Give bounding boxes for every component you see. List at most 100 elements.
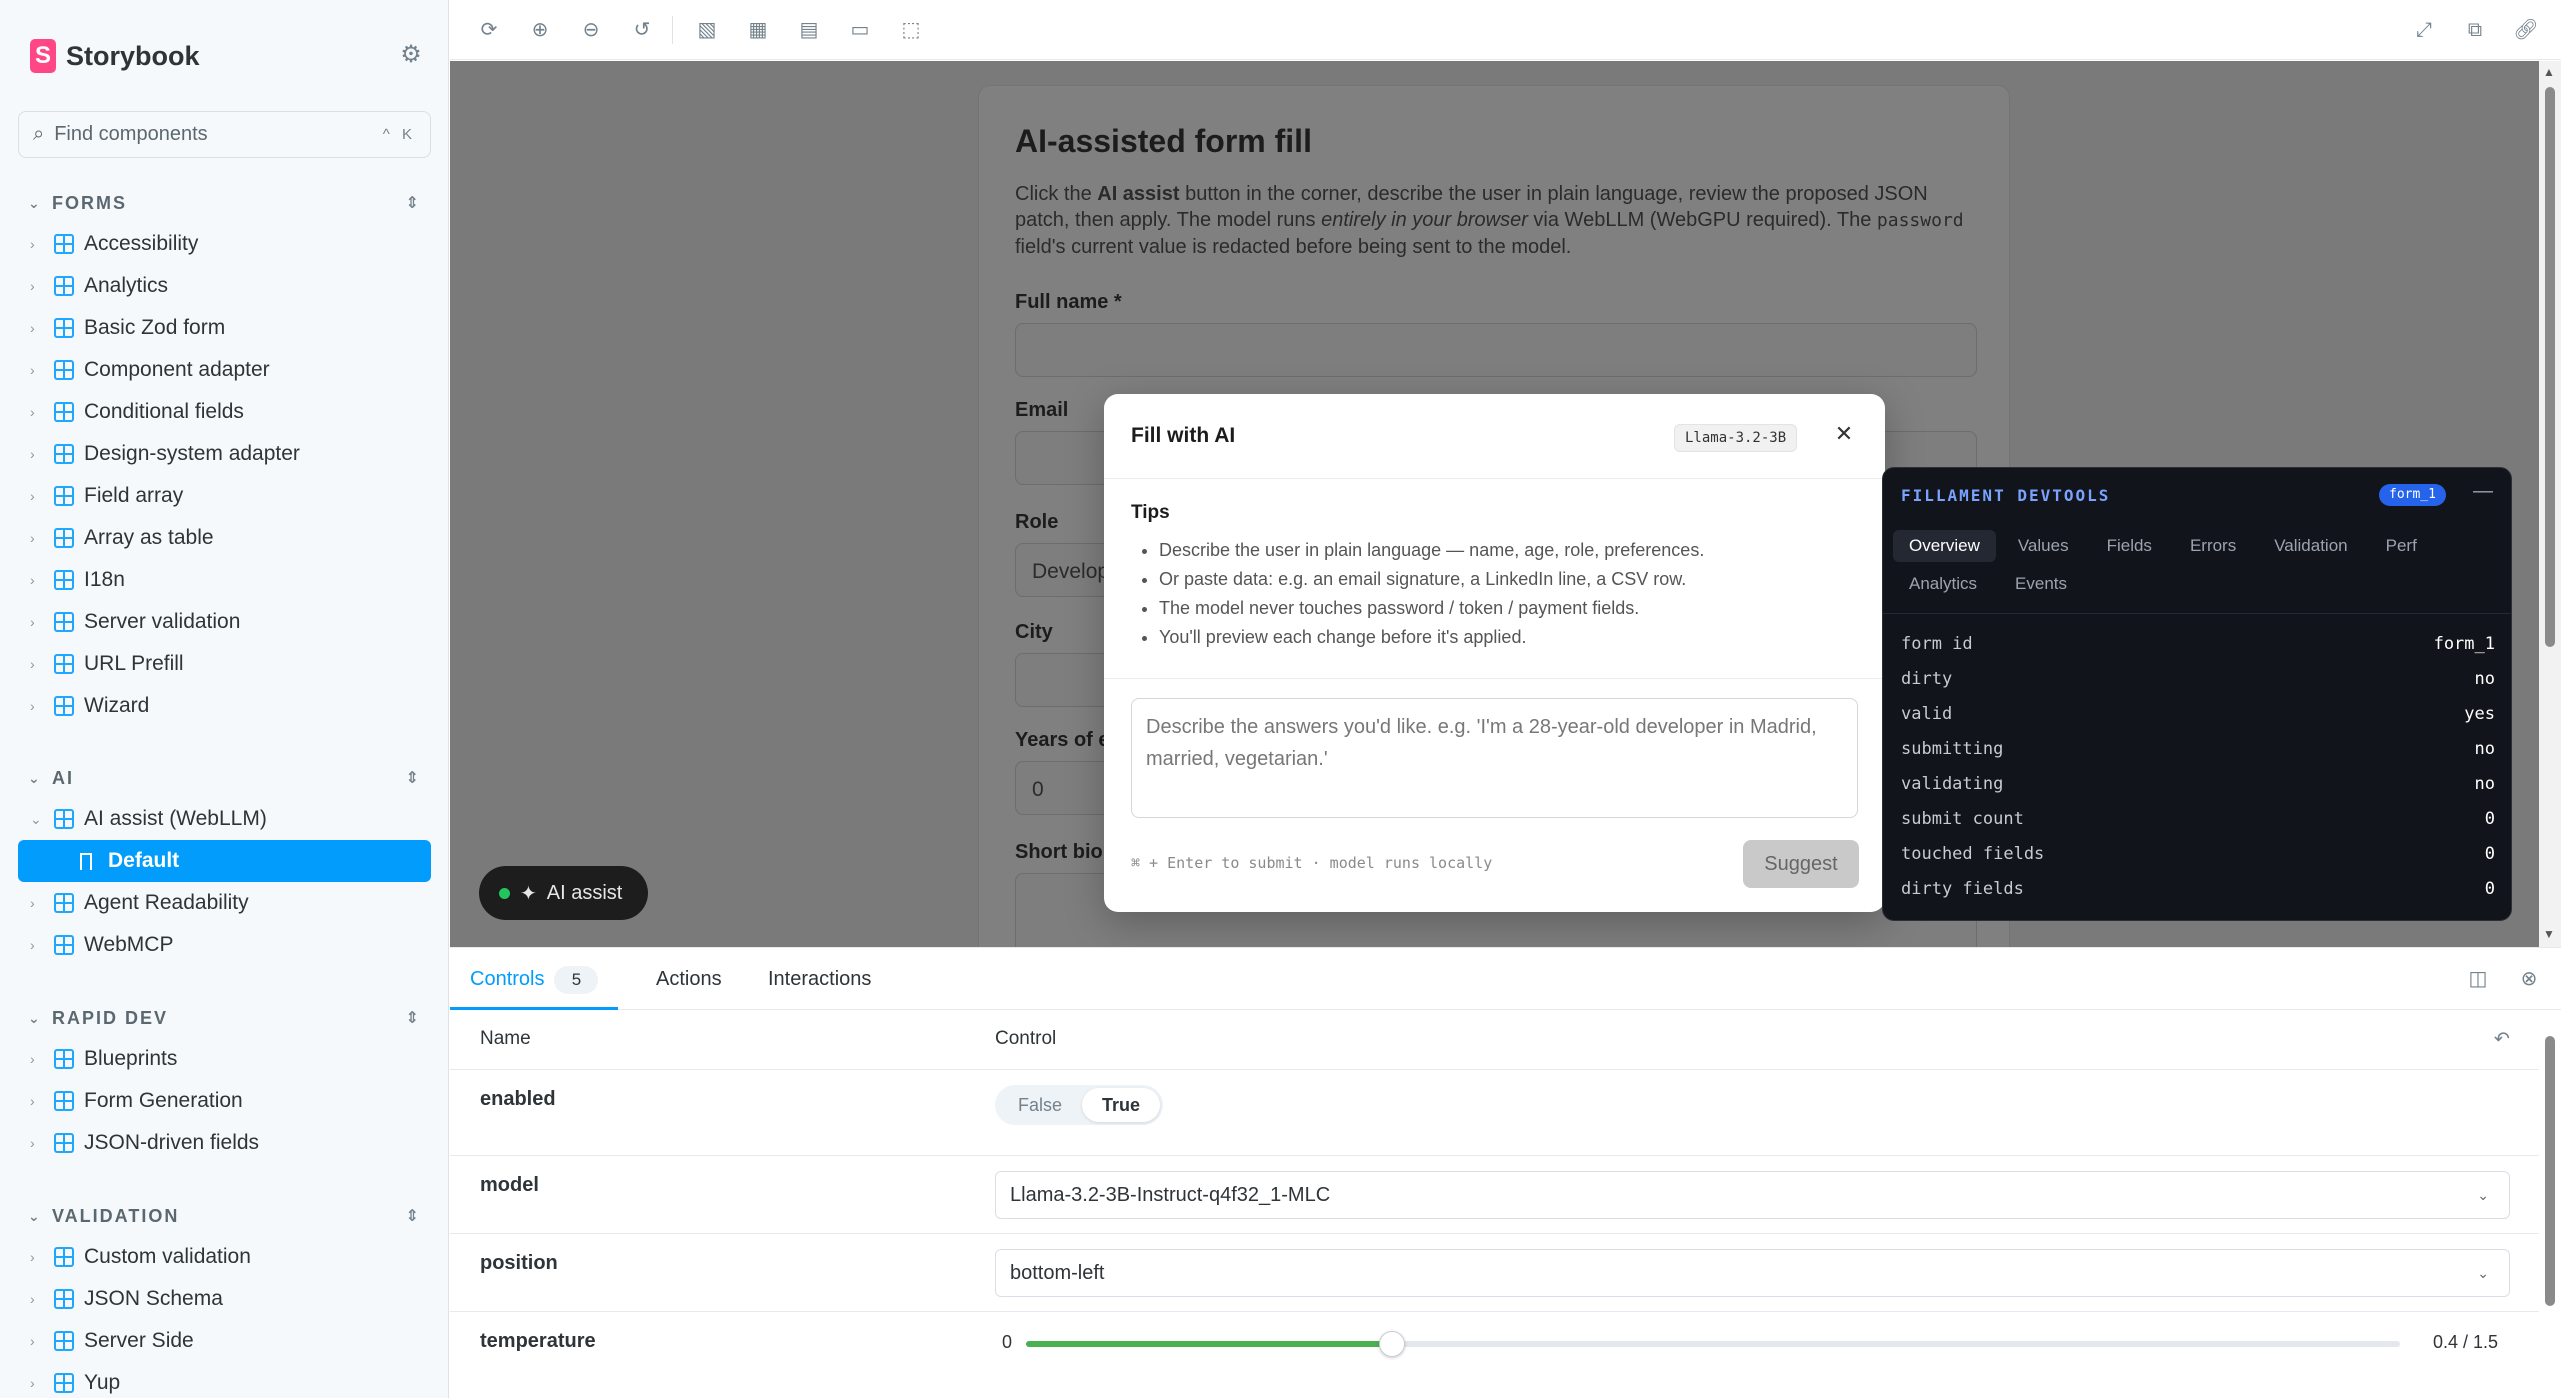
reset-controls-icon[interactable]: ↶ — [2494, 1028, 2510, 1051]
tab-perf[interactable]: Perf — [2370, 530, 2433, 562]
sidebar-story-default[interactable]: Default — [18, 840, 431, 882]
stat-row: submitting no — [1901, 738, 2495, 759]
measure-icon[interactable]: ▤ — [795, 16, 823, 44]
zoom-out-icon[interactable]: ⊖ — [577, 16, 605, 44]
stat-row: dirty fields 0 — [1901, 878, 2495, 899]
search-input[interactable] — [54, 123, 373, 146]
describe-answers-textarea[interactable] — [1131, 698, 1858, 818]
minimize-icon[interactable]: — — [2473, 480, 2493, 503]
group-header-ai[interactable]: ⌄ AI ⇕ — [0, 758, 448, 798]
enabled-toggle[interactable]: False True — [995, 1085, 1164, 1125]
grid-icon[interactable]: ▦ — [744, 16, 772, 44]
tab-fields[interactable]: Fields — [2091, 530, 2168, 562]
component-icon — [54, 893, 74, 913]
copy-link-icon[interactable]: 🔗︎ — [2512, 16, 2540, 44]
group-header-rapid-dev[interactable]: ⌄ RAPID DEV ⇕ — [0, 998, 448, 1038]
sidebar-item-component-adapter[interactable]: › Component adapter — [0, 349, 448, 391]
sidebar-item-label: AI assist (WebLLM) — [84, 807, 267, 830]
tab-validation[interactable]: Validation — [2258, 530, 2363, 562]
brand[interactable]: S Storybook — [30, 36, 200, 76]
sidebar-item-accessibility[interactable]: › Accessibility — [0, 223, 448, 265]
tab-actions[interactable]: Actions — [636, 948, 742, 1010]
sidebar-item-wizard[interactable]: › Wizard — [0, 685, 448, 727]
tab-interactions[interactable]: Interactions — [748, 948, 891, 1010]
reload-icon[interactable]: ⟳ — [475, 16, 503, 44]
tab-analytics[interactable]: Analytics — [1893, 568, 1993, 600]
sidebar-item-url-prefill[interactable]: › URL Prefill — [0, 643, 448, 685]
sidebar-item-analytics[interactable]: › Analytics — [0, 265, 448, 307]
sidebar-item-i18n[interactable]: › I18n — [0, 559, 448, 601]
expand-collapse-icon[interactable]: ⇕ — [406, 768, 421, 788]
component-icon — [54, 809, 74, 829]
sidebar-item-custom-validation[interactable]: › Custom validation — [0, 1236, 448, 1278]
tab-controls[interactable]: Controls 5 — [450, 948, 619, 1010]
temperature-slider[interactable] — [1026, 1331, 2400, 1357]
tab-values[interactable]: Values — [2002, 530, 2085, 562]
preview-scrollbar[interactable]: ▲ ▼ — [2539, 61, 2561, 947]
chevron-right-icon: › — [30, 614, 35, 630]
tab-errors[interactable]: Errors — [2174, 530, 2252, 562]
sidebar-item-yup[interactable]: › Yup — [0, 1362, 448, 1398]
outline-icon[interactable]: ▭ — [846, 16, 874, 44]
close-panel-icon[interactable]: ⊗ — [2516, 966, 2542, 992]
sidebar-item-blueprints[interactable]: › Blueprints — [0, 1038, 448, 1080]
background-icon[interactable]: ▧ — [693, 16, 721, 44]
true-option[interactable]: True — [1082, 1088, 1161, 1122]
sidebar-item-conditional-fields[interactable]: › Conditional fields — [0, 391, 448, 433]
sidebar-item-design-system-adapter[interactable]: › Design-system adapter — [0, 433, 448, 475]
group-header-forms[interactable]: ⌄ FORMS ⇕ — [0, 183, 448, 223]
sidebar-item-server-side[interactable]: › Server Side — [0, 1320, 448, 1362]
expand-collapse-icon[interactable]: ⇕ — [406, 1008, 421, 1028]
divider — [1883, 613, 2511, 614]
expand-collapse-icon[interactable]: ⇕ — [406, 1206, 421, 1226]
full-name-input[interactable] — [1015, 323, 1977, 377]
component-icon — [54, 360, 74, 380]
close-icon[interactable]: ✕ — [1829, 419, 1859, 449]
range-min: 0 — [1002, 1332, 1013, 1352]
sidebar-item-form-generation[interactable]: › Form Generation — [0, 1080, 448, 1122]
scroll-down-icon[interactable]: ▼ — [2543, 927, 2555, 941]
range-readout: 0.4 / 1.5 — [2433, 1332, 2499, 1352]
position-select[interactable]: bottom-left ⌄ — [995, 1249, 2510, 1297]
expand-collapse-icon[interactable]: ⇕ — [406, 193, 421, 213]
search-box[interactable]: ⌕ ^ K — [18, 111, 431, 158]
slider-handle[interactable] — [1379, 1331, 1406, 1357]
scrollbar-thumb[interactable] — [2545, 1036, 2555, 1306]
gear-icon[interactable]: ⚙ — [398, 42, 424, 68]
sidebar-item-json-schema[interactable]: › JSON Schema — [0, 1278, 448, 1320]
component-icon — [54, 1247, 74, 1267]
model-badge: Llama-3.2-3B — [1674, 424, 1798, 452]
label-city: City — [1015, 621, 1053, 643]
group-header-validation[interactable]: ⌄ VALIDATION ⇕ — [0, 1196, 448, 1236]
zoom-reset-icon[interactable]: ↺ — [628, 16, 656, 44]
sidebar-item-webmcp[interactable]: › WebMCP — [0, 924, 448, 966]
sidebar-item-server-validation[interactable]: › Server validation — [0, 601, 448, 643]
sidebar-item-agent-readability[interactable]: › Agent Readability — [0, 882, 448, 924]
sidebar-item-label: Component adapter — [84, 358, 270, 381]
sidebar-item-ai-assist[interactable]: ⌄ AI assist (WebLLM) — [0, 798, 448, 840]
sidebar-item-array-as-table[interactable]: › Array as table — [0, 517, 448, 559]
viewport-icon[interactable]: ⬚ — [897, 16, 925, 44]
group-title: FORMS — [52, 192, 127, 213]
sidebar-item-label: Conditional fields — [84, 400, 244, 423]
panel-orientation-icon[interactable]: ◫ — [2465, 966, 2491, 992]
sidebar-item-label: JSON-driven fields — [84, 1131, 260, 1154]
sidebar-item-field-array[interactable]: › Field array — [0, 475, 448, 517]
ai-assist-button[interactable]: ✦ AI assist — [479, 866, 648, 920]
component-icon — [54, 654, 74, 674]
tab-overview[interactable]: Overview — [1893, 530, 1996, 562]
sidebar-item-basic-zod-form[interactable]: › Basic Zod form — [0, 307, 448, 349]
sidebar-item-label: Basic Zod form — [84, 316, 226, 339]
fullscreen-icon[interactable]: ⤢ — [2410, 16, 2438, 44]
suggest-button[interactable]: Suggest — [1743, 840, 1859, 888]
tab-events[interactable]: Events — [1999, 568, 2083, 600]
sidebar-item-label: Analytics — [84, 274, 169, 297]
false-option[interactable]: False — [998, 1088, 1082, 1122]
zoom-in-icon[interactable]: ⊕ — [526, 16, 554, 44]
scrollbar-thumb[interactable] — [2545, 87, 2555, 647]
open-new-tab-icon[interactable]: ⧉ — [2461, 16, 2489, 44]
model-select[interactable]: Llama-3.2-3B-Instruct-q4f32_1-MLC ⌄ — [995, 1171, 2510, 1219]
scroll-up-icon[interactable]: ▲ — [2543, 65, 2555, 79]
addons-scrollbar[interactable] — [2539, 1010, 2561, 1398]
sidebar-item-json-driven-fields[interactable]: › JSON-driven fields — [0, 1122, 448, 1164]
